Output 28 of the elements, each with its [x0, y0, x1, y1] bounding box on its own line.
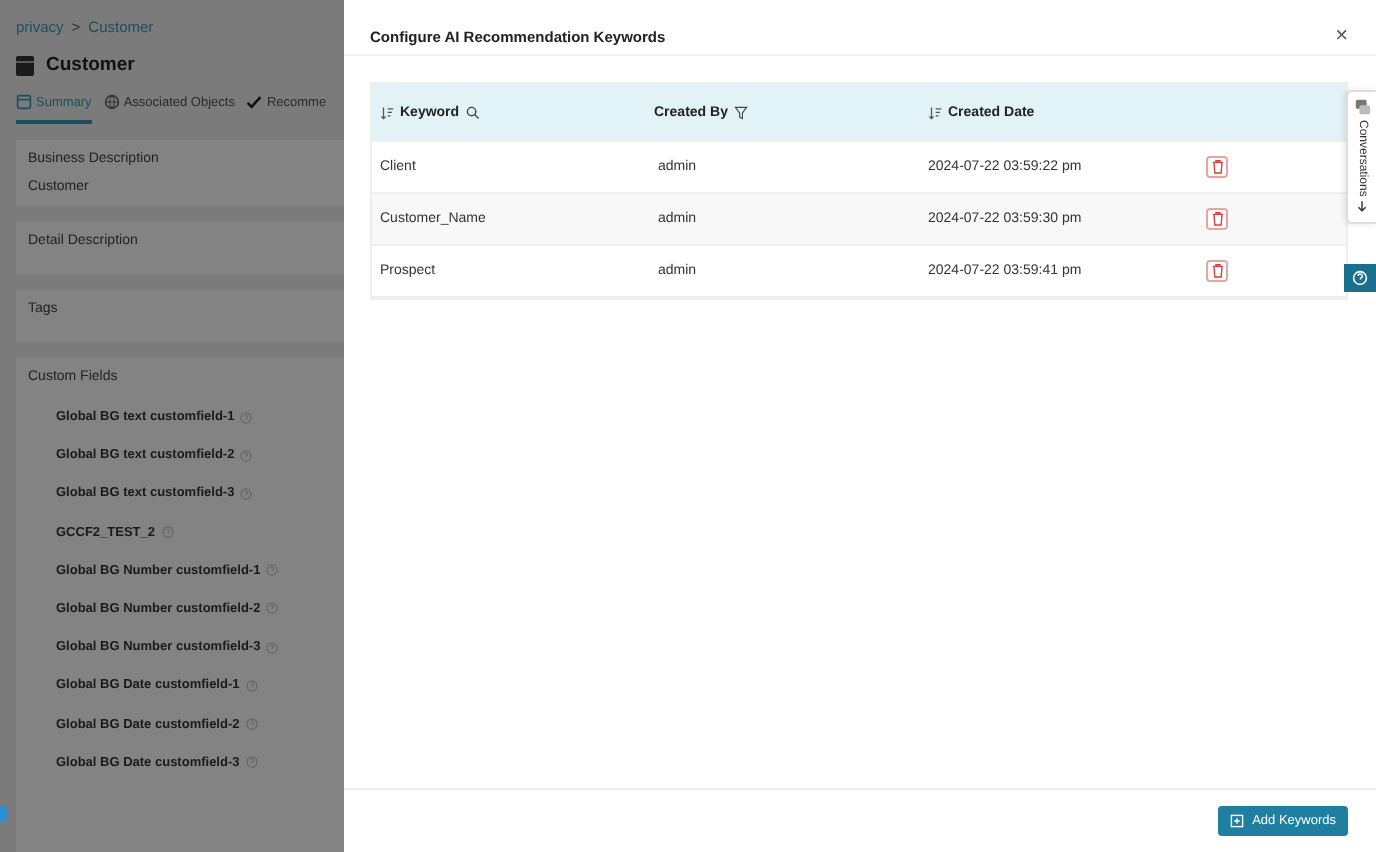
- document-icon: [16, 94, 32, 110]
- delete-button[interactable]: [1206, 260, 1228, 282]
- help-icon: [245, 679, 258, 692]
- help-icon: [161, 526, 173, 539]
- table-icon: [16, 55, 34, 75]
- help-icon: [266, 602, 279, 615]
- help-icon: [240, 487, 253, 500]
- help-icon: [266, 564, 279, 577]
- close-button[interactable]: ×: [1335, 24, 1348, 48]
- help-icon: [266, 641, 279, 654]
- help-icon: [245, 756, 258, 769]
- help-icon: [240, 411, 253, 423]
- help-icon: [1352, 270, 1368, 286]
- search-icon[interactable]: [465, 105, 480, 119]
- help-icon: [245, 718, 258, 730]
- page-title: Customer: [46, 54, 135, 76]
- checkmark-icon: [246, 94, 263, 110]
- chat-icon: [1353, 98, 1371, 116]
- filter-icon[interactable]: [733, 105, 748, 119]
- help-button[interactable]: [1344, 264, 1376, 292]
- sort-icon[interactable]: [380, 105, 394, 119]
- add-icon: [1230, 814, 1245, 828]
- delete-button[interactable]: [1206, 156, 1228, 178]
- globe-icon: [103, 94, 120, 110]
- arrow-down-icon: [1356, 200, 1368, 213]
- sort-icon[interactable]: [928, 105, 942, 119]
- help-icon: [240, 449, 253, 462]
- delete-button[interactable]: [1206, 208, 1228, 230]
